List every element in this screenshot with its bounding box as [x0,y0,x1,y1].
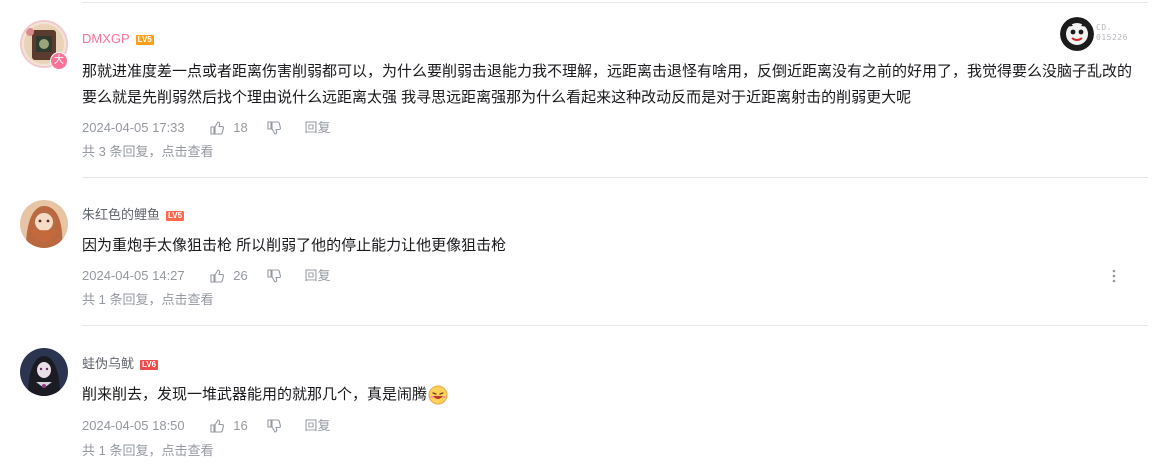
comment-divider [82,325,1148,326]
comment-text: 那就进准度差一点或者距离伤害削弱都可以，为什么要削弱击退能力我不理解，远距离击退… [82,63,1133,106]
username[interactable]: 朱红色的鲤鱼 LV5 [82,206,185,224]
username-text[interactable]: 朱红色的鲤鱼 [82,207,160,222]
comment-text-body: 削来削去，发现一堆武器能用的就那几个，真是闹腾 [82,386,428,403]
thumbs-down-icon[interactable] [267,121,281,135]
thumbs-up-icon[interactable] [210,121,224,135]
username[interactable]: 蛙伪乌鱿 LV6 [82,355,159,373]
username-text[interactable]: DMXGP [82,31,130,46]
comment-date: 2024-04-05 18:50 [82,417,185,433]
thumbs-up-icon[interactable] [210,269,224,283]
replies-count-text: 共 1 条回复， [82,292,162,307]
comment-date: 2024-04-05 17:33 [82,119,185,135]
reply-button[interactable]: 回复 [305,120,331,136]
username-text[interactable]: 蛙伪乌鱿 [82,356,134,371]
level-badge: LV5 [166,210,185,221]
thumbs-up-icon[interactable] [210,419,224,433]
username[interactable]: DMXGP LV5 [82,30,154,48]
like-count: 18 [233,119,248,135]
like-count: 26 [233,267,248,283]
replies-count-text: 共 1 条回复， [82,443,162,458]
avatar[interactable] [20,200,68,248]
replies-summary: 共 1 条回复，点击查看 [82,292,213,308]
top-divider [82,2,1148,3]
replies-count-text: 共 3 条回复， [82,144,162,159]
level-badge: LV6 [140,359,159,370]
comment-date: 2024-04-05 14:27 [82,267,185,283]
medal-code: CD. 015226 [1096,23,1128,43]
avatar[interactable]: 大 [20,20,68,70]
more-vertical-icon[interactable] [1108,267,1120,285]
avatar-badge: 大 [50,52,68,70]
medal-code-line1: CD. [1096,23,1112,32]
view-replies-link[interactable]: 点击查看 [161,292,213,307]
replies-summary: 共 3 条回复，点击查看 [82,144,213,160]
view-replies-link[interactable]: 点击查看 [161,144,213,159]
comment-meta: 2024-04-05 14:27 26 回复 [82,267,331,283]
thumbs-down-icon[interactable] [267,269,281,283]
reply-button[interactable]: 回复 [305,268,331,284]
comment-text: 因为重炮手太像狙击枪 所以削弱了他的停止能力让他更像狙击枪 [82,237,507,254]
avatar[interactable] [20,348,68,396]
medal-icon [1060,17,1094,51]
thumbs-down-icon[interactable] [267,419,281,433]
fan-medal: CD. 015226 [1060,17,1140,51]
comment-meta: 2024-04-05 18:50 16 回复 [82,417,331,433]
comment-text: 削来削去，发现一堆武器能用的就那几个，真是闹腾 [82,382,1142,408]
comment-divider [82,177,1148,178]
reply-button[interactable]: 回复 [305,418,331,434]
like-count: 16 [233,417,248,433]
level-badge: LV5 [135,34,154,45]
view-replies-link[interactable]: 点击查看 [161,443,213,458]
comment-meta: 2024-04-05 17:33 18 回复 [82,119,331,135]
replies-summary: 共 1 条回复，点击查看 [82,443,213,459]
medal-code-line2: 015226 [1096,33,1128,42]
laughing-emoji-icon [428,385,448,405]
